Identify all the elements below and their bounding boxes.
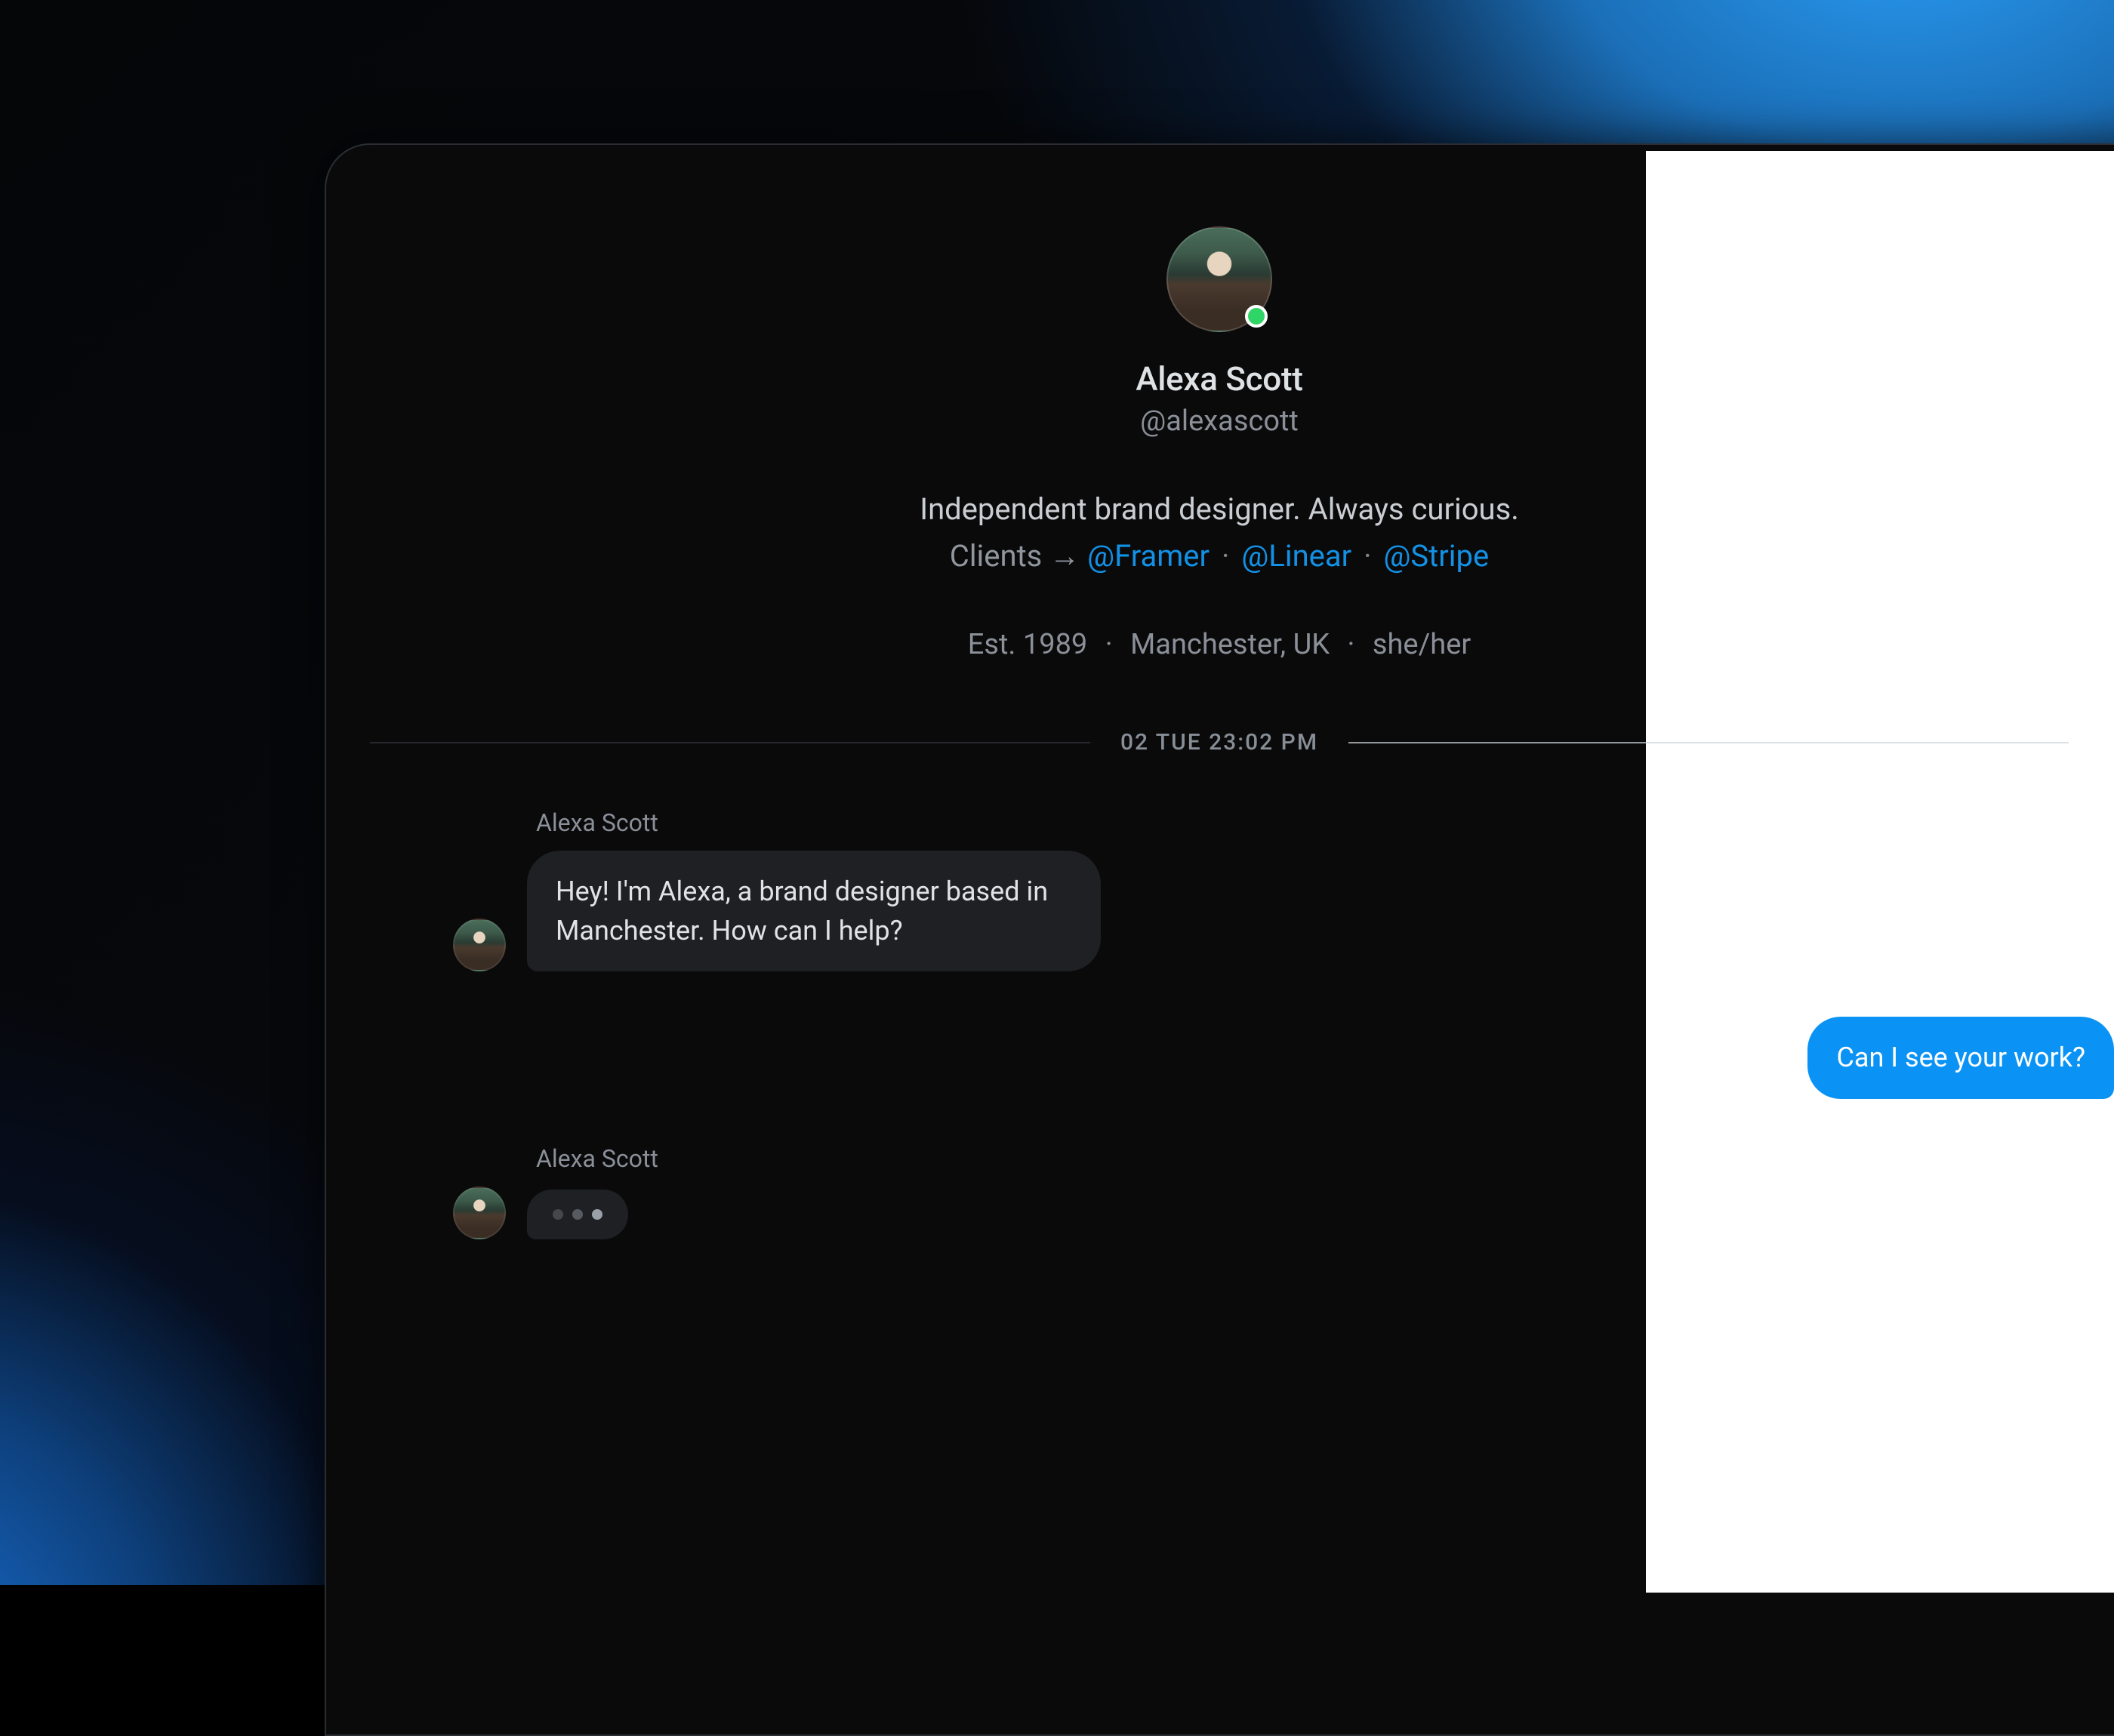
message-avatar[interactable] <box>453 1187 506 1239</box>
divider-line-left <box>370 742 1090 743</box>
message-bubble-outgoing[interactable]: Can I see your work? <box>1807 1017 2114 1098</box>
client-link-framer[interactable]: @Framer <box>1087 538 1210 574</box>
bio-clients-prefix: Clients → <box>950 538 1080 574</box>
message-row: Can I see your work? <box>453 1017 2069 1098</box>
profile-meta: Est. 1989 · Manchester, UK · she/her <box>968 628 1471 661</box>
meta-location: Manchester, UK <box>1130 628 1330 661</box>
divider-line-right <box>1348 742 2069 743</box>
message-sender-label: Alexa Scott <box>536 1144 2069 1173</box>
meta-est: Est. 1989 <box>968 628 1088 661</box>
message-sender-label: Alexa Scott <box>536 808 2069 837</box>
message-row <box>453 1187 2069 1239</box>
profile-header: Alexa Scott @alexascott Independent bran… <box>325 226 2114 661</box>
dot-separator: · <box>1095 628 1123 661</box>
typing-indicator-icon <box>527 1190 628 1239</box>
message-row: Hey! I'm Alexa, a brand designer based i… <box>453 851 2069 971</box>
timestamp-divider: 02 TUE 23:02 PM <box>325 729 2114 756</box>
presence-indicator-icon <box>1245 305 1268 328</box>
profile-avatar[interactable] <box>1166 226 1272 332</box>
client-link-stripe[interactable]: @Stripe <box>1383 538 1489 574</box>
dot-separator: · <box>1337 628 1366 661</box>
profile-handle[interactable]: @alexascott <box>1140 405 1299 438</box>
message-group-incoming: Alexa Scott Hey! I'm Alexa, a brand desi… <box>453 808 2069 971</box>
message-group-outgoing: Can I see your work? <box>453 1017 2069 1098</box>
bio-line-1: Independent brand designer. Always curio… <box>920 491 1519 527</box>
dot-separator: · <box>1359 538 1376 574</box>
message-avatar[interactable] <box>453 919 506 971</box>
meta-pronouns: she/her <box>1373 628 1471 661</box>
profile-bio: Independent brand designer. Always curio… <box>920 486 1519 580</box>
divider-timestamp: 02 TUE 23:02 PM <box>1120 729 1318 756</box>
message-bubble-incoming[interactable]: Hey! I'm Alexa, a brand designer based i… <box>527 851 1101 971</box>
profile-display-name: Alexa Scott <box>1136 359 1302 399</box>
message-group-typing: Alexa Scott <box>453 1144 2069 1239</box>
dot-separator: · <box>1217 538 1234 574</box>
chat-thread: Alexa Scott Hey! I'm Alexa, a brand desi… <box>325 808 2114 1239</box>
chat-screen: Alexa Scott @alexascott Independent bran… <box>325 143 2114 1585</box>
client-link-linear[interactable]: @Linear <box>1241 538 1351 574</box>
